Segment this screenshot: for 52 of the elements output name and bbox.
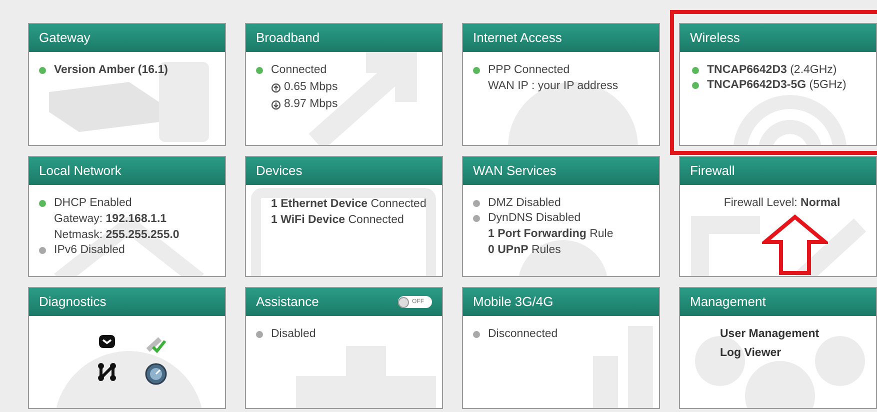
status-tile[interactable]: Internet Access PPP Connected WAN IP : your IP address (462, 23, 660, 146)
status-tile[interactable]: Broadband Connected 0.65 Mbps 8.97 Mbps (245, 23, 443, 146)
status-tile[interactable]: Wireless TNCAP6642D3 (2.4GHz) TNCAP6642D3-5G (5GHz) (679, 23, 877, 146)
status-tile[interactable]: Devices 1 Ethernet Device Connected 1 WiFi Device Connected (245, 156, 443, 277)
status-text: PPP Connected (488, 63, 570, 78)
status-text: Connected (271, 63, 327, 78)
network-nodes-icon[interactable] (96, 363, 116, 381)
tile-title: WAN Services (473, 162, 556, 180)
status-text: TNCAP6642D3-5G (5GHz) (707, 78, 846, 93)
arrow-drawing (762, 214, 828, 276)
tile-title: Diagnostics (39, 293, 106, 312)
detail-text: Gateway: 192.168.1.1 (53, 212, 168, 227)
status-text: DynDNS Disabled (488, 211, 581, 226)
tile-title: Wireless (690, 29, 740, 48)
management-link[interactable]: User Management (690, 327, 874, 342)
status-tile[interactable]: Local Network DHCP Enabled Gateway: 192.168.1.1 Netmask: 255.255.255.0 IPv6 Disabled (28, 156, 226, 277)
management-link[interactable]: Log Viewer (690, 346, 874, 361)
status-text: TNCAP6642D3 (2.4GHz) (707, 63, 837, 78)
detail-text: 0 UPnP Rules (487, 243, 562, 258)
network-cable-check-icon[interactable] (144, 335, 166, 353)
detail-text: Netmask: 255.255.255.0 (53, 228, 180, 243)
status-text: DHCP Enabled (54, 196, 132, 211)
status-tile[interactable]: Mobile 3G/4G Disconnected (462, 287, 660, 409)
tile-title: Local Network (39, 162, 122, 180)
firewall-level-text: Firewall Level: Normal (722, 196, 842, 211)
tile-title: Management (690, 293, 766, 312)
detail-text: 1 Port Forwarding Rule (487, 227, 614, 242)
upload-icon (271, 82, 281, 92)
status-tile[interactable]: Gateway Version Amber (16.1) (28, 23, 226, 146)
tile-title: Internet Access (473, 29, 562, 48)
toggle-knob (398, 296, 409, 308)
status-tile[interactable]: Management User Management Log Viewer (679, 287, 877, 409)
tile-title: Firewall (690, 162, 735, 180)
detail-text: WAN IP : your IP address (487, 79, 620, 94)
status-text: DMZ Disabled (488, 196, 561, 211)
status-text: IPv6 Disabled (54, 243, 125, 258)
download-icon (271, 100, 281, 110)
detail-text: 1 Ethernet Device Connected (270, 197, 428, 212)
status-tile[interactable]: Diagnostics (28, 287, 226, 409)
status-tile[interactable]: Firewall Firewall Level: Normal (679, 156, 877, 277)
tile-title: Mobile 3G/4G (473, 293, 554, 312)
tile-title: Gateway (39, 29, 90, 48)
speed-text: 0.65 Mbps (284, 80, 338, 95)
speed-text: 8.97 Mbps (284, 97, 338, 112)
tile-title: Assistance (256, 293, 319, 312)
detail-text: 1 WiFi Device Connected (270, 213, 405, 228)
status-text: Version Amber (16.1) (54, 63, 168, 78)
tile-title: Devices (256, 162, 302, 180)
status-text: Disabled (271, 327, 316, 342)
status-tile[interactable]: WAN Services DMZ Disabled DynDNS Disabled 1 Port Forwarding Rule 0 UPnP Rules (462, 156, 660, 277)
status-text: Disconnected (488, 327, 558, 342)
tile-title: Broadband (256, 29, 320, 48)
